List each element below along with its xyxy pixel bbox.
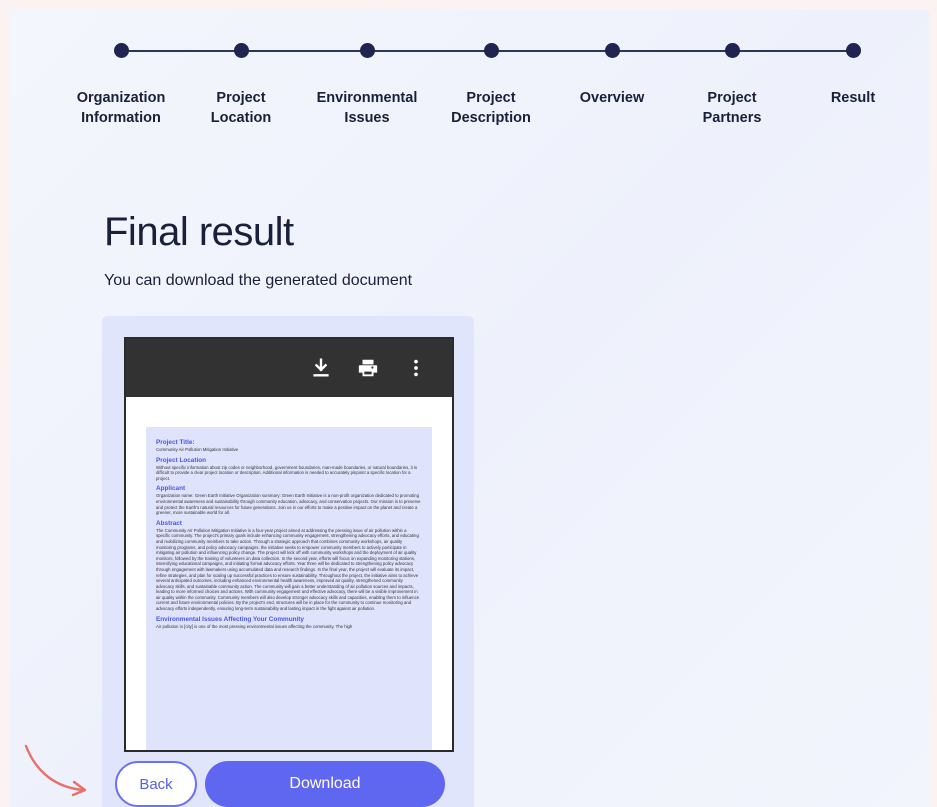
doc-heading-abstract: Abstract <box>156 519 182 527</box>
step-label: Project Partners <box>702 90 762 126</box>
print-icon[interactable] <box>357 357 379 379</box>
viewer-toolbar <box>126 339 452 397</box>
doc-text-applicant: Organization name: Green Earth Initiativ… <box>156 493 421 516</box>
step-label: Project Description <box>451 90 531 126</box>
step-dot <box>113 43 129 58</box>
step-dot <box>483 43 499 58</box>
document-page: Project Title: Community Air Pollution M… <box>146 427 432 750</box>
download-icon[interactable] <box>310 357 332 379</box>
step-result[interactable]: Result <box>793 43 913 108</box>
pdf-viewer[interactable]: Project Title: Community Air Pollution M… <box>124 337 454 752</box>
step-environmental-issues[interactable]: Environmental Issues <box>307 43 427 128</box>
back-button[interactable]: Back <box>115 761 197 807</box>
download-button[interactable]: Download <box>205 761 445 807</box>
doc-heading-project-title: Project Title: <box>156 439 195 446</box>
step-organization-information[interactable]: Organization Information <box>61 43 181 128</box>
page-title: Final result <box>104 210 294 254</box>
document-preview-card: Project Title: Community Air Pollution M… <box>102 316 474 807</box>
page-subtitle: You can download the generated document <box>104 272 413 289</box>
progress-stepper: Organization Information Project Locatio… <box>10 10 930 150</box>
doc-text-location: Without specific information about zip c… <box>156 464 418 481</box>
annotation-arrow-icon <box>24 744 87 797</box>
step-label: Organization Information <box>76 90 166 126</box>
doc-text-abstract: The Community Air Pollution Mitigation I… <box>156 527 420 612</box>
step-dot <box>604 43 620 58</box>
doc-text-project-title: Community Air Pollution Mitigation Initi… <box>156 447 239 452</box>
step-dot <box>233 43 249 58</box>
app-frame: Organization Information Project Locatio… <box>10 10 930 807</box>
step-dot <box>724 43 740 58</box>
step-label: Environmental Issues <box>316 90 418 126</box>
step-overview[interactable]: Overview <box>552 43 672 108</box>
step-label: Overview <box>579 90 645 106</box>
step-project-location[interactable]: Project Location <box>181 43 301 128</box>
doc-heading-location: Project Location <box>156 456 207 464</box>
doc-heading-applicant: Applicant <box>156 485 186 493</box>
doc-text-issues: Air pollution in [city] is one of the mo… <box>156 623 353 629</box>
step-label: Project Location <box>210 90 272 126</box>
step-label: Result <box>830 90 876 106</box>
step-project-description[interactable]: Project Description <box>431 43 551 128</box>
doc-heading-issues: Environmental Issues Affecting Your Comm… <box>156 615 304 623</box>
step-dot <box>845 43 861 58</box>
more-vert-icon[interactable] <box>405 357 427 379</box>
step-project-partners[interactable]: Project Partners <box>672 43 792 128</box>
step-dot <box>359 43 375 58</box>
